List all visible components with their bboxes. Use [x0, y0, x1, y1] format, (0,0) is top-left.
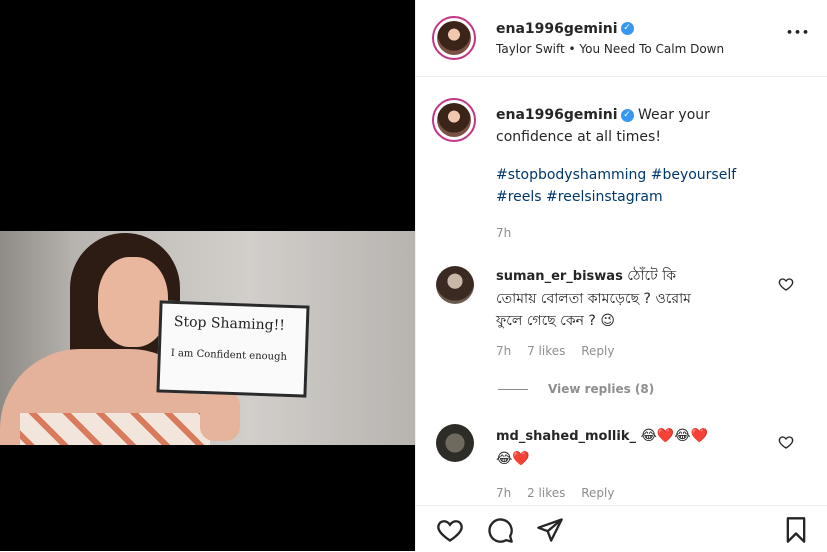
- comment-time: 7h: [496, 344, 512, 358]
- comment-avatar[interactable]: [436, 266, 474, 304]
- caption-avatar[interactable]: [432, 98, 476, 142]
- comment-username[interactable]: md_shahed_mollik_: [496, 429, 636, 444]
- avatar[interactable]: [432, 16, 476, 60]
- view-replies-button[interactable]: View replies (8): [548, 382, 654, 396]
- header-username[interactable]: ena1996gemini: [496, 21, 618, 37]
- photo-dress: [20, 413, 210, 445]
- reply-button[interactable]: Reply: [581, 486, 614, 500]
- verified-icon: ✓: [620, 108, 634, 122]
- comment-time: 7h: [496, 486, 512, 500]
- caption-tags-1[interactable]: #stopbodyshamming #beyourself: [496, 164, 816, 186]
- caption-text-1: Wear your: [638, 107, 710, 123]
- caption-username[interactable]: ena1996gemini: [496, 107, 618, 123]
- comment-text-line-3: ফুলে গেছে কেন ? 😉: [496, 313, 615, 329]
- instagram-post-view: Stop Shaming!! I am Confident enough ena…: [0, 0, 827, 551]
- sign-line-2: I am Confident enough: [170, 347, 288, 363]
- caption-avatar-image: [437, 103, 471, 137]
- comment-icon[interactable]: [486, 516, 514, 544]
- post-sidebar: ena1996gemini ✓ Taylor Swift • You Need T…: [415, 0, 827, 551]
- heart-icon[interactable]: [778, 276, 794, 292]
- heart-icon[interactable]: [778, 434, 794, 450]
- caption-tags-2[interactable]: #reels #reelsinstagram: [496, 186, 816, 208]
- comment-text-line-1: ঠোঁটে কি: [627, 268, 677, 284]
- verified-icon: ✓: [620, 22, 634, 35]
- photo-hand: [200, 391, 240, 441]
- comment-text-line-1: 😂❤️😂❤️: [640, 428, 709, 444]
- audio-label[interactable]: Taylor Swift • You Need To Calm Down: [496, 42, 724, 56]
- heart-icon[interactable]: [436, 516, 464, 544]
- comment-2: md_shahed_mollik_ 😂❤️😂❤️ 😂❤️ 7h 2 likes …: [496, 425, 786, 504]
- comment-likes[interactable]: 7 likes: [527, 344, 565, 358]
- comment-text-line-2: তোমায় বোলতা কামড়েছে ? ওরোম: [496, 291, 691, 307]
- comment-username[interactable]: suman_er_biswas: [496, 269, 623, 284]
- divider: [498, 389, 528, 390]
- comment-meta: 7h 2 likes Reply: [496, 482, 786, 504]
- action-bar: [416, 505, 827, 552]
- photo-sign: Stop Shaming!! I am Confident enough: [156, 300, 310, 398]
- share-icon[interactable]: [536, 516, 564, 544]
- caption: ena1996gemini ✓ Wear your confidence at a…: [496, 104, 816, 244]
- comment-text-line-2: 😂❤️: [496, 451, 530, 467]
- sign-line-1: Stop Shaming!!: [173, 313, 286, 334]
- comment-likes[interactable]: 2 likes: [527, 486, 565, 500]
- post-media[interactable]: Stop Shaming!! I am Confident enough: [0, 0, 415, 551]
- bookmark-icon[interactable]: [782, 516, 810, 544]
- comment-avatar[interactable]: [436, 424, 474, 462]
- post-header: ena1996gemini ✓ Taylor Swift • You Need T…: [416, 0, 827, 77]
- avatar-image: [437, 21, 471, 55]
- comment-1: suman_er_biswas ঠোঁটে কি তোমায় বোলতা কা…: [496, 265, 786, 362]
- header-username-row: ena1996gemini ✓: [496, 18, 634, 37]
- comment-meta: 7h 7 likes Reply: [496, 340, 786, 362]
- caption-text-2: confidence at all times!: [496, 129, 661, 145]
- caption-time: 7h: [496, 226, 512, 240]
- reply-button[interactable]: Reply: [581, 344, 614, 358]
- more-icon[interactable]: •••: [786, 26, 810, 39]
- post-photo[interactable]: Stop Shaming!! I am Confident enough: [0, 231, 415, 445]
